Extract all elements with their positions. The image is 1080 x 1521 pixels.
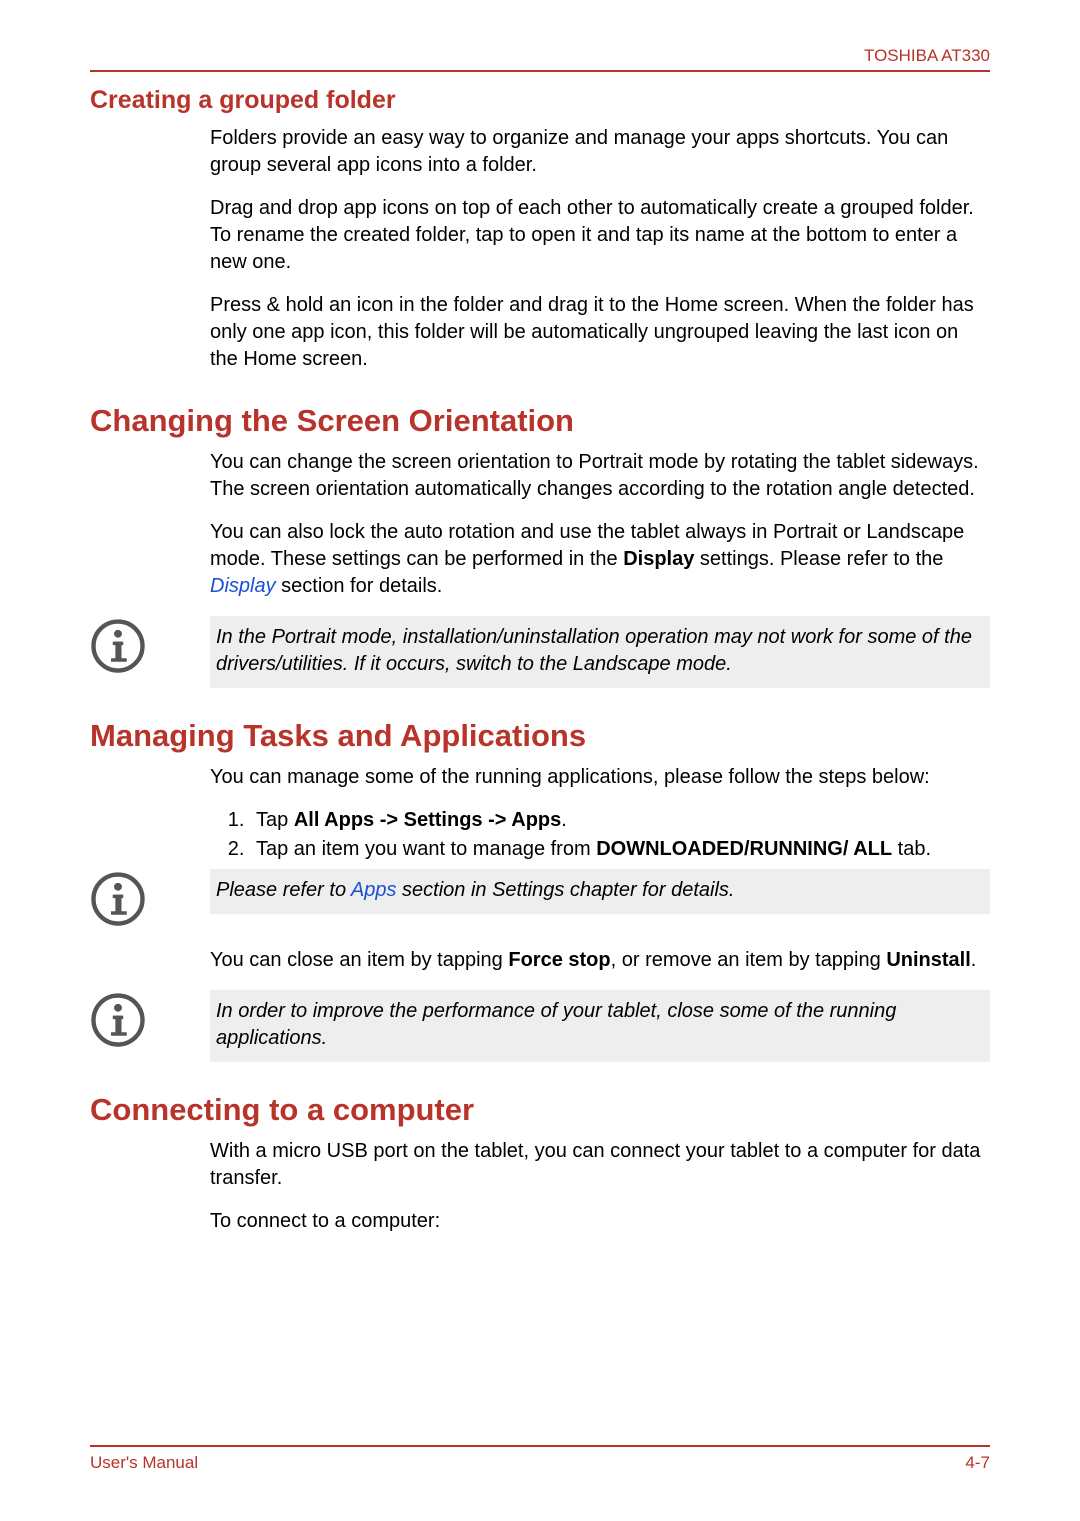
info-icon	[90, 618, 146, 674]
info-icon-cell-2	[90, 869, 210, 927]
tasks-note1-pre: Please refer to	[216, 879, 351, 901]
footer-left: User's Manual	[90, 1453, 198, 1473]
orientation-note-row: In the Portrait mode, installation/unins…	[90, 616, 990, 688]
step1-post: .	[561, 809, 567, 831]
heading-tasks: Managing Tasks and Applications	[90, 718, 990, 754]
footer-rule	[90, 1445, 990, 1447]
heading-grouped-folder: Creating a grouped folder	[90, 86, 990, 115]
tasks-p2-pre: You can close an item by tapping	[210, 949, 508, 971]
info-icon-cell-3	[90, 990, 210, 1048]
tasks-body-2: You can close an item by tapping Force s…	[210, 947, 990, 974]
connect-p2: To connect to a computer:	[210, 1208, 990, 1235]
header-product: TOSHIBA AT330	[90, 40, 990, 66]
tasks-body: You can manage some of the running appli…	[210, 764, 990, 863]
orientation-p2-mid: settings. Please refer to the	[694, 548, 943, 570]
tasks-note1-row: Please refer to Apps section in Settings…	[90, 869, 990, 927]
orientation-p1: You can change the screen orientation to…	[210, 449, 990, 503]
manual-page: TOSHIBA AT330 Creating a grouped folder …	[0, 0, 1080, 1521]
folder-body: Folders provide an easy way to organize …	[210, 125, 990, 373]
tasks-note2: In order to improve the performance of y…	[210, 990, 990, 1062]
orientation-p2-post: section for details.	[276, 575, 443, 597]
step2-bold: DOWNLOADED/RUNNING/ ALL	[596, 838, 892, 860]
orientation-note: In the Portrait mode, installation/unins…	[210, 616, 990, 688]
tasks-p2-b1: Force stop	[508, 949, 610, 971]
orientation-p2-bold: Display	[623, 548, 694, 570]
heading-orientation: Changing the Screen Orientation	[90, 403, 990, 439]
info-icon	[90, 992, 146, 1048]
tasks-step-1: Tap All Apps -> Settings -> Apps.	[250, 807, 990, 834]
tasks-p2-post: .	[971, 949, 977, 971]
connect-body: With a micro USB port on the tablet, you…	[210, 1138, 990, 1235]
orientation-p2: You can also lock the auto rotation and …	[210, 519, 990, 600]
folder-p3: Press & hold an icon in the folder and d…	[210, 292, 990, 373]
step1-pre: Tap	[256, 809, 294, 831]
page-footer: User's Manual 4-7	[90, 1445, 990, 1473]
tasks-p2: You can close an item by tapping Force s…	[210, 947, 990, 974]
folder-p2: Drag and drop app icons on top of each o…	[210, 195, 990, 276]
connect-p1: With a micro USB port on the tablet, you…	[210, 1138, 990, 1192]
step1-bold: All Apps -> Settings -> Apps	[294, 809, 561, 831]
tasks-note2-row: In order to improve the performance of y…	[90, 990, 990, 1062]
tasks-step-2: Tap an item you want to manage from DOWN…	[250, 836, 990, 863]
heading-connect: Connecting to a computer	[90, 1092, 990, 1128]
footer-page-number: 4-7	[965, 1453, 990, 1473]
tasks-note1-post: section in Settings chapter for details.	[396, 879, 734, 901]
tasks-note1: Please refer to Apps section in Settings…	[210, 869, 990, 914]
tasks-steps: Tap All Apps -> Settings -> Apps. Tap an…	[210, 807, 990, 863]
info-icon-cell	[90, 616, 210, 674]
header-rule	[90, 70, 990, 72]
orientation-body: You can change the screen orientation to…	[210, 449, 990, 600]
tasks-p1: You can manage some of the running appli…	[210, 764, 990, 791]
step2-pre: Tap an item you want to manage from	[256, 838, 596, 860]
tasks-p2-b2: Uninstall	[886, 949, 970, 971]
tasks-p2-mid: , or remove an item by tapping	[611, 949, 887, 971]
step2-post: tab.	[892, 838, 931, 860]
orientation-display-link[interactable]: Display	[210, 575, 276, 597]
tasks-apps-link[interactable]: Apps	[351, 879, 397, 901]
info-icon	[90, 871, 146, 927]
folder-p1: Folders provide an easy way to organize …	[210, 125, 990, 179]
